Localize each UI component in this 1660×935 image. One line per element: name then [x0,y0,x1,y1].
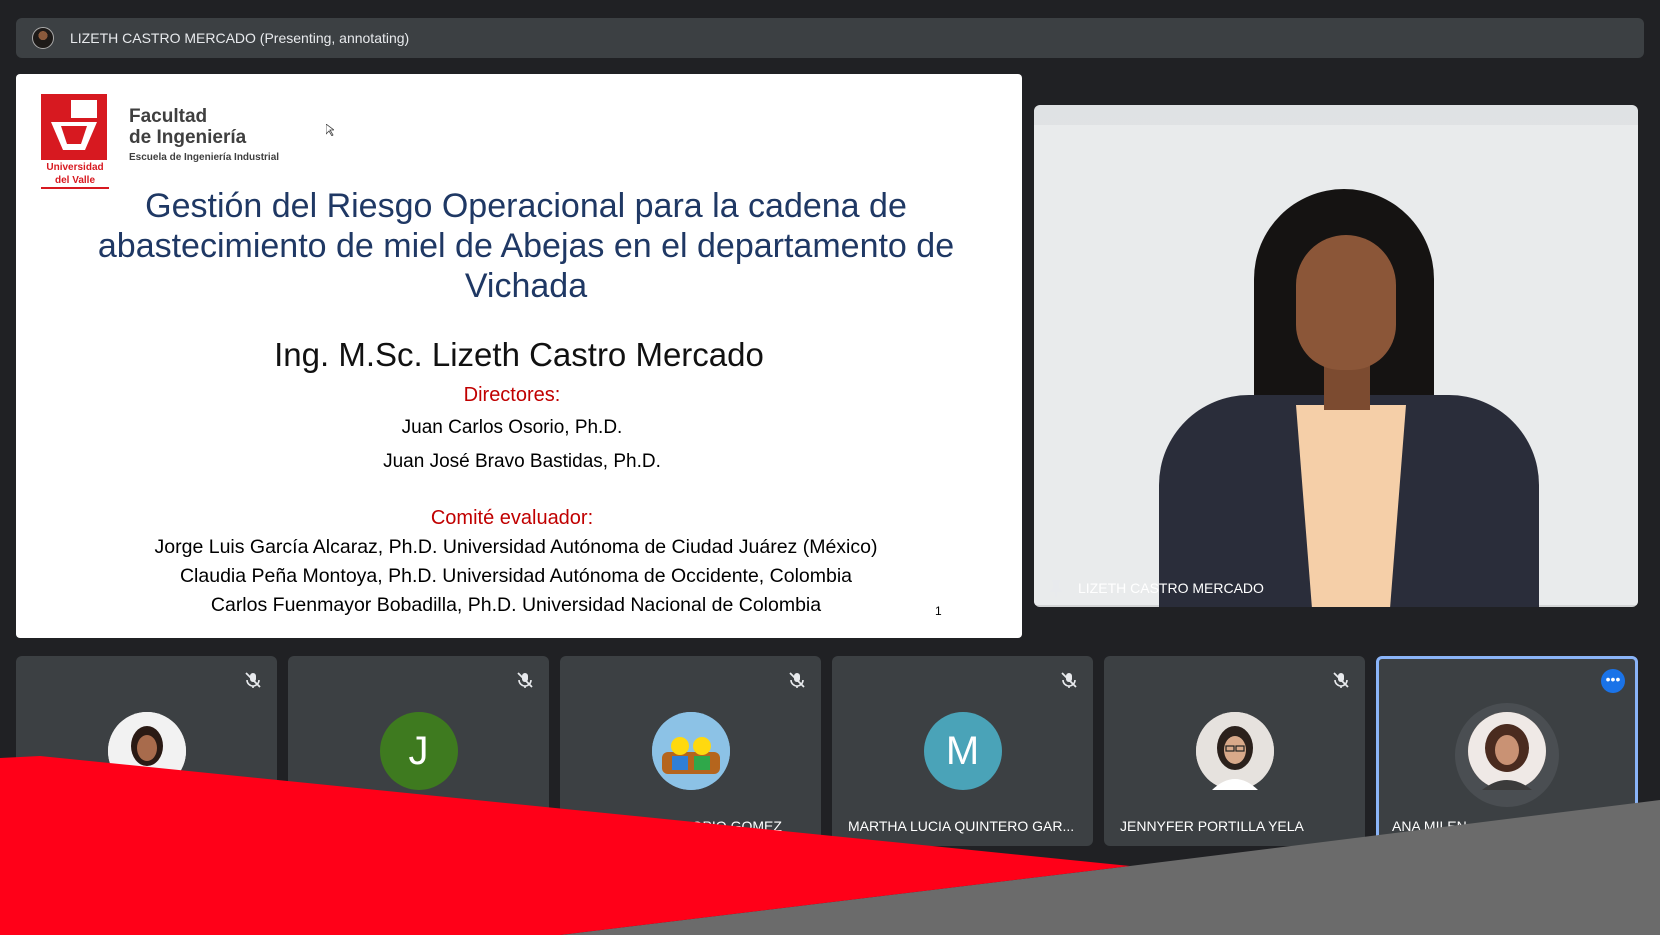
pointer-cursor-icon [326,124,334,136]
school-name: Escuela de Ingeniería Industrial [129,152,280,163]
participant-avatar-initial: M [923,712,1002,790]
presenter-video-tile[interactable]: LIZETH CASTRO MERCADO [1034,105,1638,607]
participant-name: JENNYFER PORTILLA YELA [1120,818,1304,834]
presenting-bar: LIZETH CASTRO MERCADO (Presenting, annot… [16,18,1644,58]
participant-tile-6[interactable]: ••• ANA MILEN... [1376,656,1638,846]
logo-text-1: Universidad [46,162,104,173]
presenter-avatar [32,27,54,49]
participant-tile-2[interactable]: J [288,656,549,846]
mic-off-icon [1333,672,1349,688]
more-options-icon[interactable]: ••• [1601,669,1625,693]
presenter-video-name: LIZETH CASTRO MERCADO [1078,580,1264,596]
participant-tile-3[interactable]: ...OPIO GOMEZ [560,656,821,846]
participant-name: MARTHA LUCIA QUINTERO GAR... [848,818,1075,834]
logo-text-2: del Valle [54,175,96,186]
mic-off-icon [789,672,805,688]
faculty-line-2: de Ingeniería [129,127,247,148]
slide-title-line-2: abastecimiento de miel de Abejas en el d… [97,227,955,265]
participant-tile-1[interactable] [16,656,277,846]
presenting-title: LIZETH CASTRO MERCADO (Presenting, annot… [70,30,410,46]
video-person-blouse [1296,405,1406,607]
participant-avatar-photo [1468,712,1546,790]
shared-slide: Universidad del Valle Facultad de Ingeni… [16,74,1022,638]
mic-off-icon [517,672,533,688]
slide-title-line-3: Vichada [464,267,588,305]
participant-avatar-cartoon [651,712,730,790]
faculty-block: Facultad de Ingeniería Escuela de Ingeni… [129,106,279,163]
participant-avatar-initial: J [379,712,458,790]
video-label: LIZETH CASTRO MERCADO [1048,579,1264,597]
mic-off-icon [1061,672,1077,688]
director-1: Juan Carlos Osorio, Ph.D. [401,417,623,438]
pin-icon[interactable] [1048,579,1064,597]
univalle-logo: Universidad del Valle [41,94,109,190]
video-person-face [1296,235,1396,370]
participant-avatar-photo [1195,712,1274,790]
slide-title-line-1: Gestión del Riesgo Operacional para la c… [145,187,907,225]
committee-member-3: Carlos Fuenmayor Bobadilla, Ph.D. Univer… [210,594,822,616]
directors-heading: Directores: [463,384,561,406]
slide-title: Gestión del Riesgo Operacional para la c… [76,186,976,306]
participant-tile-5[interactable]: JENNYFER PORTILLA YELA [1104,656,1365,846]
committee-member-2: Claudia Peña Montoya, Ph.D. Universidad … [179,565,853,587]
participant-avatar [107,712,186,790]
faculty-line-1: Facultad [129,106,208,127]
slide-page-number: 1 [935,604,942,618]
committee-heading: Comité evaluador: [430,507,594,529]
mic-off-icon [245,672,261,688]
committee-member-1: Jorge Luis García Alcaraz, Ph.D. Univers… [154,536,878,558]
participant-name: ...OPIO GOMEZ [680,818,782,834]
director-2: Juan José Bravo Bastidas, Ph.D. [383,451,661,472]
participant-name: ANA MILEN... [1392,818,1479,834]
slide-presenter-name: Ing. M.Sc. Lizeth Castro Mercado [274,336,764,373]
participant-tile-4[interactable]: M MARTHA LUCIA QUINTERO GAR... [832,656,1093,846]
